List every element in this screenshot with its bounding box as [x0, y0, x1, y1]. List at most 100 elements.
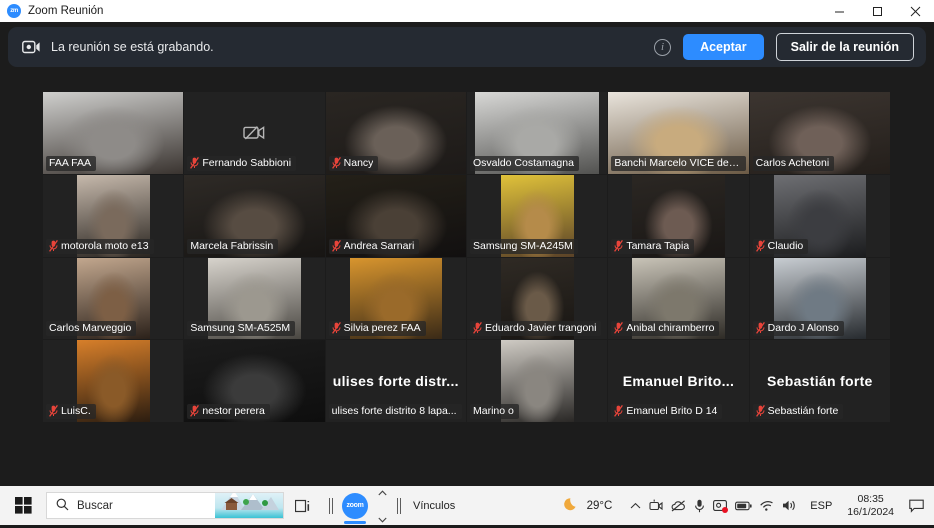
participant-name-text: Marino o [472, 405, 514, 417]
participant-name-text: LuisC. [61, 405, 91, 417]
chevron-up-icon[interactable] [630, 502, 641, 510]
participant-tile[interactable]: nestor perera [184, 340, 325, 422]
microphone-muted-icon [614, 405, 624, 417]
participant-name-text: Dardo J Alonso [767, 322, 839, 335]
participant-tile[interactable]: Banchi Marcelo VICE de F... [608, 92, 749, 174]
recording-camera-icon [22, 39, 42, 55]
participant-tile[interactable]: motorola moto e13 [43, 174, 184, 257]
chevron-up-icon[interactable] [377, 483, 387, 501]
cloud-off-icon[interactable] [671, 499, 686, 512]
participant-name-text: Marcela Fabrissin [190, 239, 274, 252]
maximize-button[interactable] [858, 0, 896, 22]
participant-name-label: Anibal chiramberro [611, 321, 720, 337]
search-icon [56, 498, 69, 514]
microphone-muted-icon [614, 239, 624, 252]
recording-banner-text: La reunión se está grabando. [51, 40, 214, 54]
participant-name-text: Andrea Sarnari [343, 239, 415, 252]
minimize-button[interactable] [820, 0, 858, 22]
participant-name-label: Tamara Tapia [611, 238, 695, 254]
participant-tile[interactable]: Tamara Tapia [608, 174, 749, 257]
taskbar-divider [322, 497, 336, 514]
wifi-icon[interactable] [760, 500, 774, 512]
participant-name-text: Banchi Marcelo VICE de F... [614, 156, 741, 169]
participant-name-text: motorola moto e13 [61, 239, 149, 252]
participant-display-name: Emanuel Brito... [622, 373, 735, 390]
participant-tile[interactable]: Fernando Sabbioni [184, 92, 325, 174]
participant-tile[interactable]: Dardo J Alonso [749, 257, 890, 340]
windows-start-icon[interactable] [0, 486, 46, 525]
participant-tile[interactable]: FAA FAA [43, 92, 184, 174]
participant-name-text: Eduardo Javier trangoni [484, 322, 597, 335]
microphone-muted-icon [755, 405, 765, 417]
banner-actions: i Aceptar Salir de la reunión [654, 33, 914, 61]
participant-tile[interactable]: Silvia perez FAA [325, 257, 466, 340]
participant-tile[interactable]: Anibal chiramberro [608, 257, 749, 340]
participant-name-label: Sebastián forte [752, 404, 844, 419]
screen-record-icon[interactable] [713, 499, 729, 513]
taskbar-divider-2 [390, 497, 404, 514]
zoom-taskbar-button[interactable]: zoom [336, 486, 374, 525]
weather-landscape-icon[interactable] [215, 493, 283, 518]
window-title: Zoom Reunión [28, 5, 104, 17]
participant-tile[interactable]: Claudio [749, 174, 890, 257]
tray-icon-group [624, 499, 803, 513]
weather-widget[interactable]: 29°C [558, 496, 625, 515]
clock-date: 16/1/2024 [847, 505, 894, 518]
chevron-down-icon[interactable] [377, 510, 387, 528]
links-label[interactable]: Vínculos [404, 500, 464, 512]
participant-tile[interactable]: Sebastián forte Sebastián forte [749, 340, 890, 422]
participant-name-label: motorola moto e13 [46, 238, 154, 254]
participant-name-label: ulises forte distrito 8 lapa... [328, 404, 462, 419]
participant-tile[interactable]: Osvaldo Costamagna [466, 92, 608, 174]
search-input[interactable]: Buscar [46, 492, 284, 519]
microphone-muted-icon [473, 322, 482, 335]
volume-icon[interactable] [782, 499, 797, 512]
battery-icon[interactable] [735, 501, 752, 511]
participant-name-label: Carlos Achetoni [752, 155, 835, 171]
participant-name-text: Emanuel Brito D 14 [626, 405, 718, 417]
microphone-muted-icon [755, 322, 765, 335]
microphone-icon[interactable] [694, 499, 705, 513]
participant-name-text: ulises forte distrito 8 lapa... [331, 405, 457, 417]
close-button[interactable] [896, 0, 934, 22]
participant-tile[interactable]: Samsung SM-A525M [184, 257, 325, 340]
participant-name-text: Samsung SM-A245M [472, 239, 573, 252]
language-indicator[interactable]: ESP [803, 500, 839, 512]
participant-name-text: Silvia perez FAA [343, 322, 421, 335]
temperature-label: 29°C [586, 499, 613, 512]
microphone-muted-icon [190, 405, 200, 417]
taskbar-scroll-arrows[interactable] [374, 486, 390, 525]
participant-tile[interactable]: Nancy [325, 92, 466, 174]
participant-tile[interactable]: ulises forte distr... ulises forte distri… [325, 340, 466, 422]
notification-icon[interactable] [902, 499, 930, 513]
leave-meeting-button[interactable]: Salir de la reunión [775, 33, 914, 61]
search-placeholder-text: Buscar [77, 499, 113, 512]
participant-name-text: Osvaldo Costamagna [472, 156, 574, 169]
participant-tile[interactable]: Marcela Fabrissin [184, 174, 325, 257]
participant-tile[interactable]: Marino o [466, 340, 608, 422]
participant-tile[interactable]: Carlos Achetoni [749, 92, 890, 174]
microphone-muted-icon [614, 322, 624, 335]
participant-name-label: Banchi Marcelo VICE de F... [611, 155, 746, 171]
participant-tile[interactable]: Samsung SM-A245M [466, 174, 608, 257]
clock[interactable]: 08:35 16/1/2024 [839, 493, 902, 519]
camera-off-icon[interactable] [649, 499, 663, 512]
system-tray: 29°C ESP 08:35 16/1/2024 [558, 486, 934, 525]
participant-tile[interactable]: Andrea Sarnari [325, 174, 466, 257]
participant-tile[interactable]: LuisC. [43, 340, 184, 422]
participant-tile[interactable]: Eduardo Javier trangoni [466, 257, 608, 340]
participant-tile[interactable]: Emanuel Brito... Emanuel Brito D 14 [608, 340, 749, 422]
accept-button[interactable]: Aceptar [683, 34, 764, 60]
microphone-muted-icon [49, 405, 58, 417]
participant-name-label: Marino o [469, 404, 519, 419]
participant-name-text: Claudio [767, 239, 804, 252]
participant-name-label: Dardo J Alonso [752, 321, 844, 337]
microphone-muted-icon [49, 239, 58, 252]
participant-tile[interactable]: Carlos Marveggio [43, 257, 184, 340]
info-icon[interactable]: i [654, 38, 672, 56]
participant-name-label: Nancy [328, 155, 379, 171]
video-off-icon [243, 124, 265, 141]
zoom-icon: zoom [342, 492, 368, 519]
task-view-icon[interactable] [284, 486, 322, 525]
participant-name-text: Carlos Achetoni [755, 156, 830, 169]
